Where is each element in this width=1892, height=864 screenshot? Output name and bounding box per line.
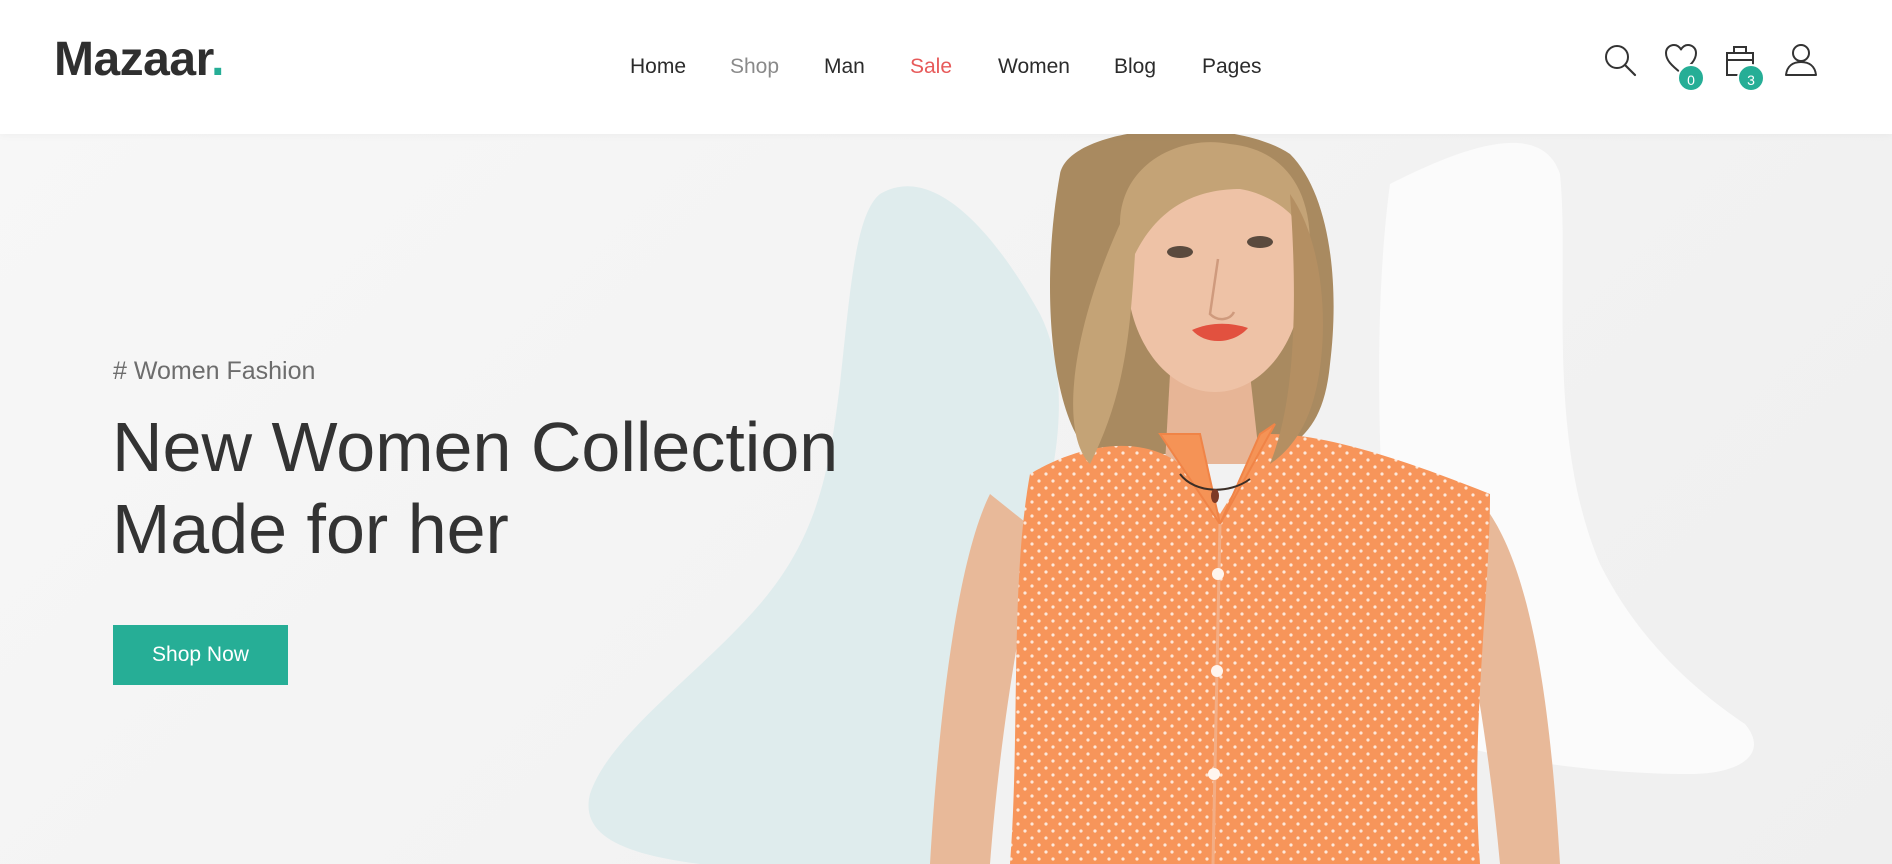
nav-item-pages[interactable]: Pages [1202, 52, 1262, 82]
nav-item-man[interactable]: Man [824, 52, 865, 82]
user-icon [1785, 44, 1817, 76]
account-button[interactable] [1783, 42, 1823, 82]
search-button[interactable] [1602, 42, 1642, 82]
wishlist-count-badge: 0 [1677, 64, 1705, 92]
nav-item-home[interactable]: Home [630, 52, 686, 82]
brand-logo[interactable]: Mazaar. [54, 34, 224, 86]
brand-dot: . [211, 33, 224, 86]
model-left-eye [1167, 246, 1193, 258]
search-icon [1605, 45, 1637, 77]
model-shirt [1010, 434, 1490, 864]
model-shirt-button [1208, 768, 1220, 780]
cart-count-badge: 3 [1737, 64, 1765, 92]
hero-kicker: # Women Fashion [113, 357, 316, 385]
site-header: Mazaar. Home Shop Man Sale Women Blog Pa… [0, 0, 1892, 134]
hero-headline: New Women Collection Made for her [112, 406, 972, 570]
cart-button[interactable]: 3 [1723, 42, 1765, 92]
model-shirt-button [1211, 665, 1223, 677]
nav-item-sale[interactable]: Sale [910, 52, 952, 82]
model-shirt-button [1212, 568, 1224, 580]
hero-headline-line2: Made for her [112, 490, 509, 568]
hero-banner: # Women Fashion New Women Collection Mad… [0, 134, 1892, 864]
model-necklace-pendant [1211, 489, 1219, 503]
hero-headline-line1: New Women Collection [112, 408, 839, 486]
brand-name: Mazaar [54, 33, 212, 86]
nav-item-blog[interactable]: Blog [1114, 52, 1156, 82]
wishlist-button[interactable]: 0 [1663, 42, 1705, 92]
nav-item-shop[interactable]: Shop [730, 52, 779, 82]
shop-now-button[interactable]: Shop Now [113, 625, 288, 685]
hero-model-image [930, 134, 1560, 864]
nav-item-women[interactable]: Women [998, 52, 1070, 82]
model-right-eye [1247, 236, 1273, 248]
